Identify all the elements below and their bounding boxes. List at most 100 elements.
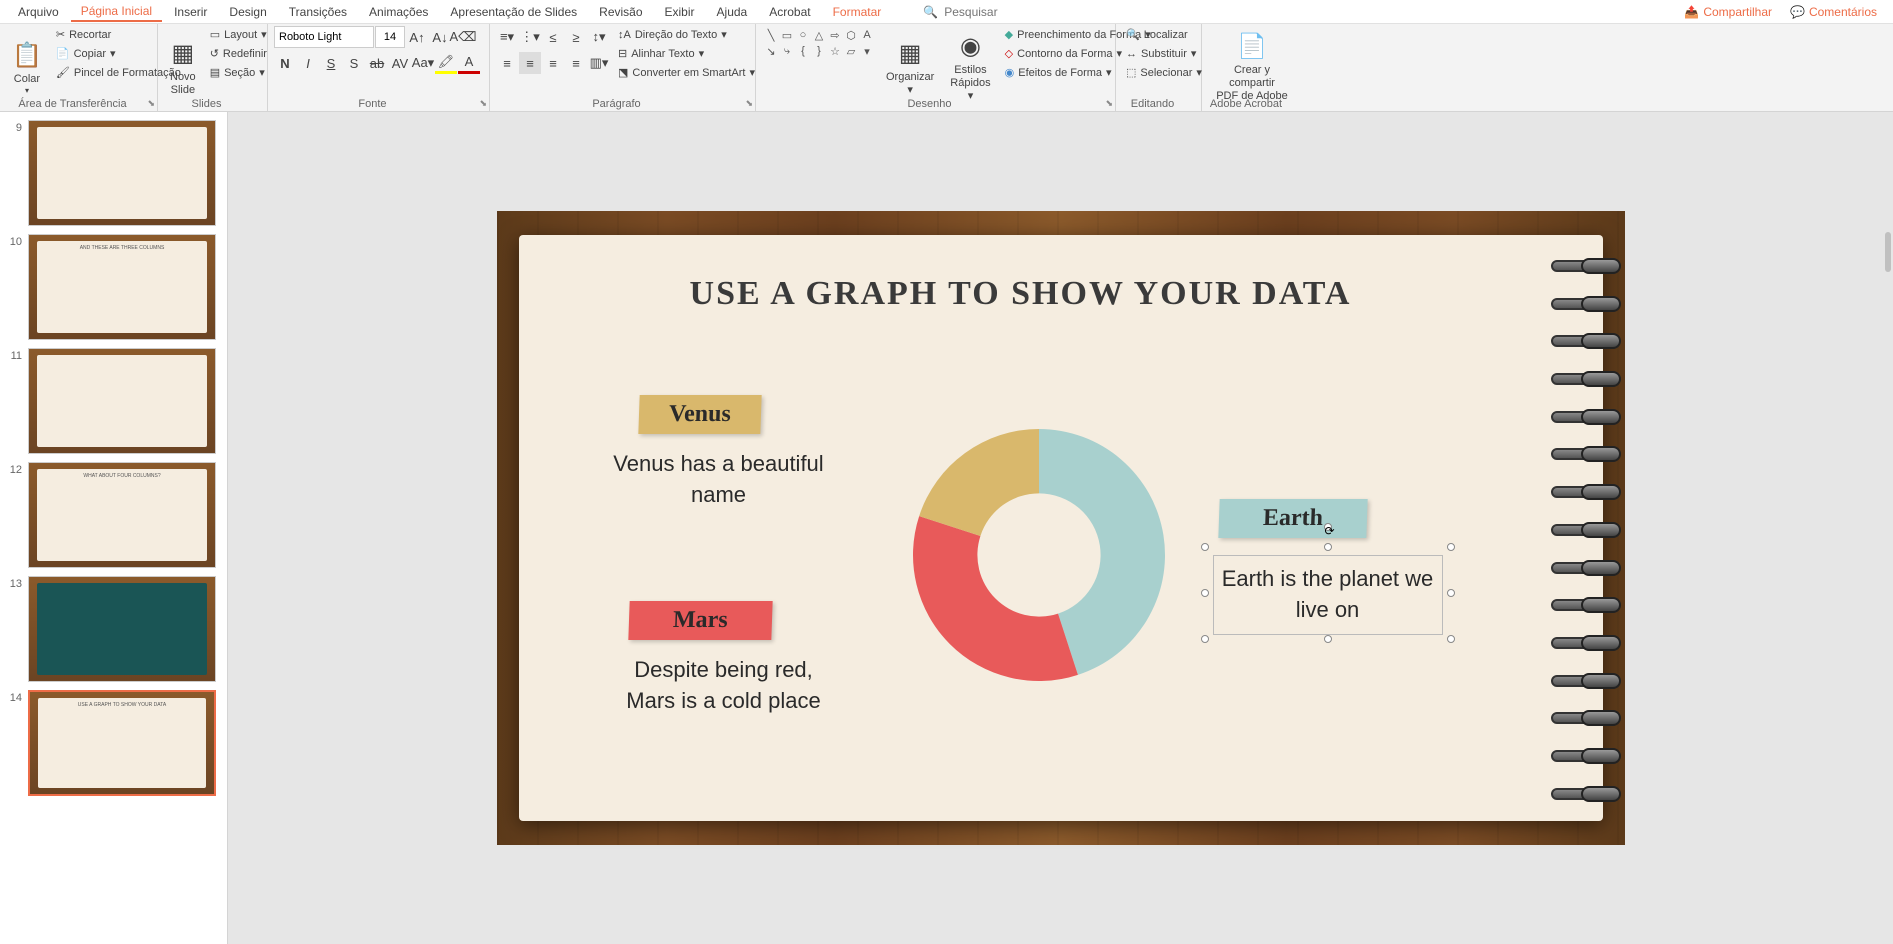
spacing-button[interactable]: AV — [389, 52, 411, 74]
search-input[interactable] — [944, 5, 1044, 19]
line-spacing-button[interactable]: ↕▾ — [588, 26, 610, 48]
comments-button[interactable]: 💬 Comentários — [1782, 3, 1885, 21]
resize-handle-mr[interactable] — [1447, 589, 1455, 597]
thumbnail-13[interactable]: 13 — [0, 572, 227, 686]
align-center-button[interactable]: ≡ — [519, 52, 541, 74]
shape-brace2[interactable]: } — [812, 44, 826, 58]
shape-more[interactable]: ▾ — [860, 44, 874, 58]
mars-tape-label[interactable]: Mars — [628, 601, 772, 640]
ribbon: 📋 Colar ▾ ✂Recortar 📄Copiar ▾ 🖌Pincel de… — [0, 24, 1893, 112]
justify-button[interactable]: ≡ — [565, 52, 587, 74]
thumbnail-12[interactable]: 12 WHAT ABOUT FOUR COLUMNS? — [0, 458, 227, 572]
underline-button[interactable]: S — [320, 52, 342, 74]
resize-handle-bc[interactable] — [1324, 635, 1332, 643]
decrease-font-button[interactable]: A↓ — [429, 26, 451, 48]
share-button[interactable]: 📤 Compartilhar — [1676, 3, 1780, 21]
menu-animacoes[interactable]: Animações — [359, 3, 438, 21]
earth-tape-label[interactable]: Earth — [1218, 499, 1367, 538]
paragraph-expand[interactable]: ⬊ — [745, 98, 753, 109]
thumbnail-11[interactable]: 11 — [0, 344, 227, 458]
shape-hex[interactable]: ⬡ — [844, 28, 858, 42]
increase-font-button[interactable]: A↑ — [406, 26, 428, 48]
venus-description[interactable]: Venus has a beautiful name — [609, 449, 829, 511]
shape-conn2[interactable]: ⤷ — [780, 44, 794, 58]
strike-button[interactable]: ab — [366, 52, 388, 74]
menu-inserir[interactable]: Inserir — [164, 3, 217, 21]
drawing-expand[interactable]: ⬊ — [1105, 98, 1113, 109]
slide[interactable]: USE A GRAPH TO SHOW YOUR DATA Venus Venu… — [497, 211, 1625, 845]
menu-pagina-inicial[interactable]: Página Inicial — [71, 2, 162, 22]
highlight-button[interactable]: 🖍 — [435, 52, 457, 74]
resize-handle-bl[interactable] — [1201, 635, 1209, 643]
donut-slice-venus[interactable] — [919, 429, 1039, 536]
bullets-button[interactable]: ≡▾ — [496, 26, 518, 48]
shape-brace1[interactable]: { — [796, 44, 810, 58]
shape-oval[interactable]: ○ — [796, 28, 810, 42]
text-direction-button[interactable]: ↕ADireção do Texto ▾ — [614, 26, 759, 43]
align-left-button[interactable]: ≡ — [496, 52, 518, 74]
mars-description[interactable]: Despite being red, Mars is a cold place — [609, 655, 839, 717]
align-right-button[interactable]: ≡ — [542, 52, 564, 74]
shape-conn1[interactable]: ↘ — [764, 44, 778, 58]
resize-handle-br[interactable] — [1447, 635, 1455, 643]
section-button[interactable]: ▤Seção ▾ — [206, 64, 271, 81]
thumbnail-10[interactable]: 10 AND THESE ARE THREE COLUMNS — [0, 230, 227, 344]
shape-callout[interactable]: ▱ — [844, 44, 858, 58]
thumbnail-9[interactable]: 9 — [0, 116, 227, 230]
donut-chart[interactable] — [899, 415, 1179, 695]
earth-description[interactable]: Earth is the planet we live on — [1213, 555, 1443, 635]
cut-label: Recortar — [69, 29, 111, 41]
search-box[interactable]: 🔍 — [923, 5, 1044, 19]
menu-revisao[interactable]: Revisão — [589, 3, 652, 21]
resize-handle-tl[interactable] — [1201, 543, 1209, 551]
font-size-select[interactable] — [375, 26, 405, 48]
menu-arquivo[interactable]: Arquivo — [8, 3, 69, 21]
smartart-button[interactable]: ⬔Converter em SmartArt ▾ — [614, 64, 759, 81]
menu-design[interactable]: Design — [219, 3, 276, 21]
change-case-button[interactable]: Aa▾ — [412, 52, 434, 74]
align-text-button[interactable]: ⊟Alinhar Texto ▾ — [614, 45, 759, 62]
font-name-select[interactable] — [274, 26, 374, 48]
menu-transicoes[interactable]: Transições — [279, 3, 357, 21]
font-expand[interactable]: ⬊ — [479, 98, 487, 109]
shape-line[interactable]: ╲ — [764, 28, 778, 42]
slide-thumbnails-panel[interactable]: 9 10 AND THESE ARE THREE COLUMNS 11 12 W… — [0, 112, 228, 944]
shape-tri[interactable]: △ — [812, 28, 826, 42]
increase-indent-button[interactable]: ≥ — [565, 26, 587, 48]
slide-canvas[interactable]: USE A GRAPH TO SHOW YOUR DATA Venus Venu… — [228, 112, 1893, 944]
resize-handle-ml[interactable] — [1201, 589, 1209, 597]
bold-button[interactable]: N — [274, 52, 296, 74]
menu-formatar[interactable]: Formatar — [823, 3, 892, 21]
donut-slice-mars[interactable] — [913, 516, 1078, 681]
columns-button[interactable]: ▥▾ — [588, 52, 610, 74]
scrollbar-thumb[interactable] — [1885, 232, 1891, 272]
menu-apresentacao[interactable]: Apresentação de Slides — [440, 3, 587, 21]
thumbnail-14[interactable]: 14 USE A GRAPH TO SHOW YOUR DATA — [0, 686, 227, 800]
resize-handle-tc[interactable] — [1324, 543, 1332, 551]
shape-star[interactable]: ☆ — [828, 44, 842, 58]
menu-exibir[interactable]: Exibir — [655, 3, 705, 21]
layout-button[interactable]: ▭Layout ▾ — [206, 26, 271, 43]
italic-button[interactable]: I — [297, 52, 319, 74]
decrease-indent-button[interactable]: ≤ — [542, 26, 564, 48]
venus-tape-label[interactable]: Venus — [638, 395, 761, 434]
thumb-preview: AND THESE ARE THREE COLUMNS — [28, 234, 216, 340]
menu-acrobat[interactable]: Acrobat — [759, 3, 820, 21]
slide-title[interactable]: USE A GRAPH TO SHOW YOUR DATA — [519, 275, 1523, 313]
shape-text[interactable]: A — [860, 28, 874, 42]
shadow-button[interactable]: S — [343, 52, 365, 74]
numbering-button[interactable]: ⋮▾ — [519, 26, 541, 48]
align-text-label: Alinhar Texto — [631, 48, 694, 60]
clear-format-button[interactable]: A⌫ — [452, 26, 474, 48]
clipboard-expand[interactable]: ⬊ — [147, 98, 155, 109]
shape-arrow[interactable]: ⇨ — [828, 28, 842, 42]
font-color-button[interactable]: A — [458, 52, 480, 74]
replace-button[interactable]: ↔Substituir ▾ — [1122, 45, 1206, 62]
find-button[interactable]: 🔍Localizar — [1122, 26, 1206, 43]
resize-handle-tr[interactable] — [1447, 543, 1455, 551]
reset-button[interactable]: ↺Redefinir — [206, 45, 271, 62]
new-slide-icon: ▦ — [172, 40, 195, 69]
shape-rect[interactable]: ▭ — [780, 28, 794, 42]
menu-ajuda[interactable]: Ajuda — [707, 3, 758, 21]
select-button[interactable]: ⬚Selecionar ▾ — [1122, 64, 1206, 81]
